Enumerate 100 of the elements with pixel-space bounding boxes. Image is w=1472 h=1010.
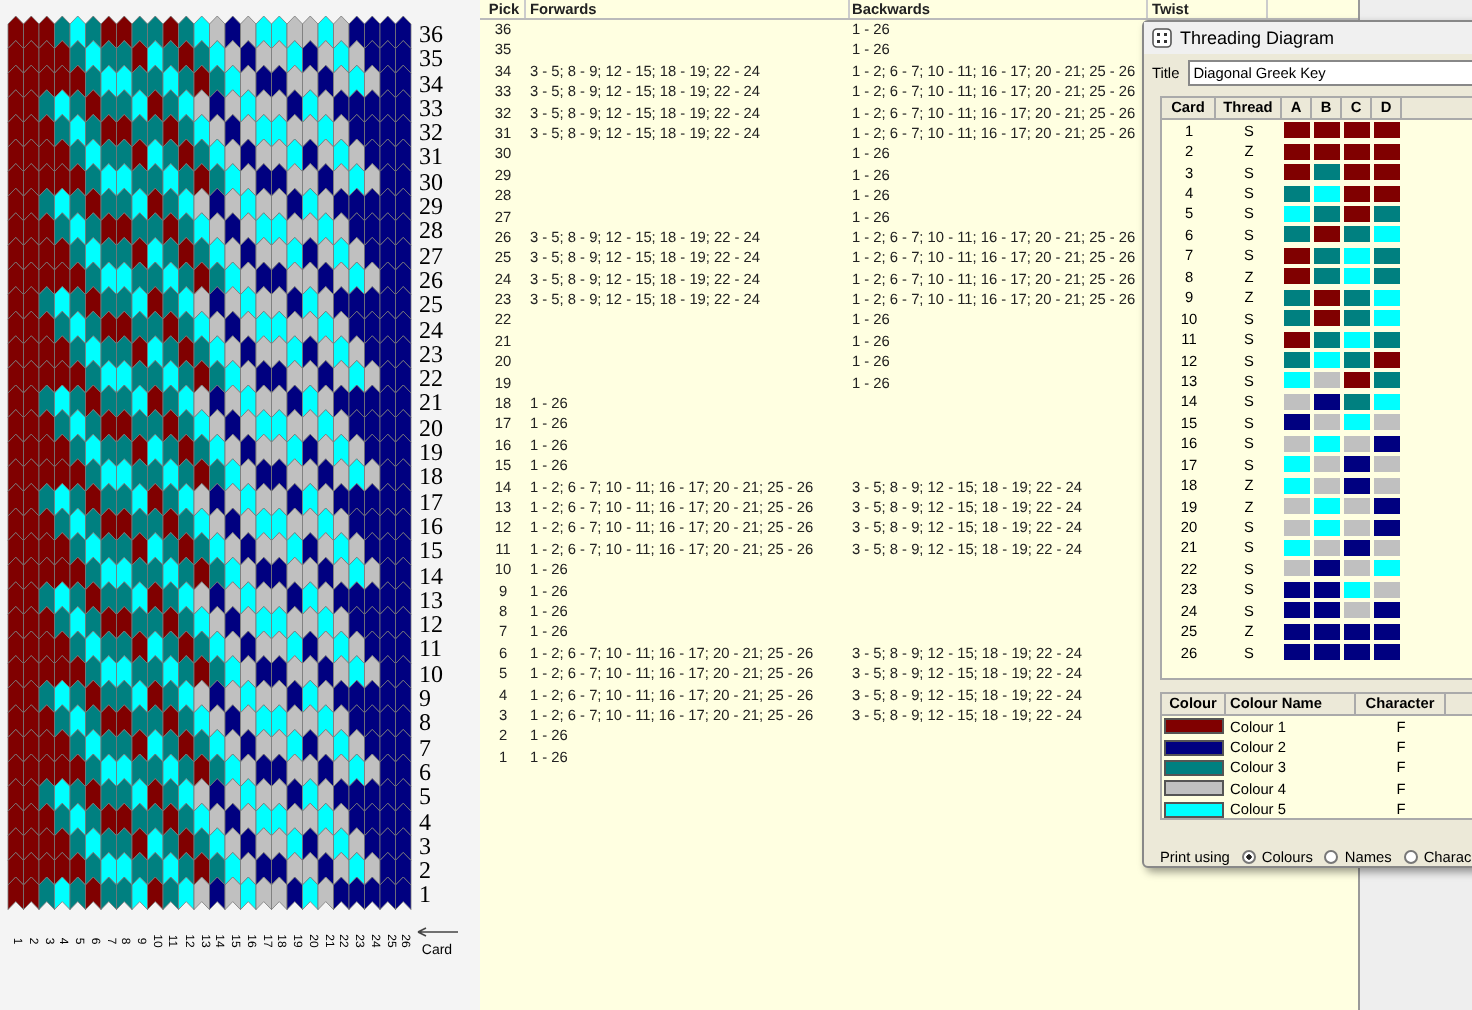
hole-colour-swatch[interactable] <box>1344 581 1370 598</box>
hole-colour-swatch[interactable] <box>1314 247 1340 264</box>
hole-colour-swatch[interactable] <box>1314 560 1340 577</box>
hole-colour-swatch[interactable] <box>1314 519 1340 536</box>
hole-colour-swatch[interactable] <box>1314 623 1340 640</box>
hole-colour-swatch[interactable] <box>1374 477 1400 494</box>
hole-colour-swatch[interactable] <box>1284 393 1310 410</box>
hole-colour-swatch[interactable] <box>1314 435 1340 452</box>
hole-colour-swatch[interactable] <box>1374 644 1400 661</box>
hole-colour-swatch[interactable] <box>1374 289 1400 306</box>
hole-colour-swatch[interactable] <box>1344 289 1370 306</box>
hole-colour-swatch[interactable] <box>1374 560 1400 577</box>
hole-colour-swatch[interactable] <box>1314 602 1340 619</box>
hole-colour-swatch[interactable] <box>1314 331 1340 348</box>
hole-colour-swatch[interactable] <box>1284 456 1310 473</box>
hole-colour-swatch[interactable] <box>1344 393 1370 410</box>
hole-colour-swatch[interactable] <box>1284 268 1310 285</box>
hole-colour-swatch[interactable] <box>1374 122 1400 139</box>
hole-colour-swatch[interactable] <box>1284 581 1310 598</box>
hole-colour-swatch[interactable] <box>1374 226 1400 243</box>
hole-colour-swatch[interactable] <box>1344 560 1370 577</box>
hole-colour-swatch[interactable] <box>1344 519 1370 536</box>
hole-colour-swatch[interactable] <box>1344 602 1370 619</box>
hole-colour-swatch[interactable] <box>1374 331 1400 348</box>
hole-colour-swatch[interactable] <box>1314 310 1340 327</box>
hole-colour-swatch[interactable] <box>1284 372 1310 389</box>
hole-colour-swatch[interactable] <box>1284 143 1310 160</box>
hole-colour-swatch[interactable] <box>1344 226 1370 243</box>
hole-colour-swatch[interactable] <box>1374 414 1400 431</box>
hole-colour-swatch[interactable] <box>1344 122 1370 139</box>
hole-colour-swatch[interactable] <box>1344 164 1370 181</box>
hole-colour-swatch[interactable] <box>1284 477 1310 494</box>
hole-colour-swatch[interactable] <box>1344 205 1370 222</box>
hole-colour-swatch[interactable] <box>1284 352 1310 369</box>
hole-colour-swatch[interactable] <box>1344 498 1370 515</box>
hole-colour-swatch[interactable] <box>1314 289 1340 306</box>
hole-colour-swatch[interactable] <box>1284 164 1310 181</box>
hole-colour-swatch[interactable] <box>1344 477 1370 494</box>
hole-colour-swatch[interactable] <box>1314 498 1340 515</box>
hole-colour-swatch[interactable] <box>1374 205 1400 222</box>
hole-colour-swatch[interactable] <box>1314 226 1340 243</box>
hole-colour-swatch[interactable] <box>1284 289 1310 306</box>
hole-colour-swatch[interactable] <box>1284 623 1310 640</box>
hole-colour-swatch[interactable] <box>1314 414 1340 431</box>
hole-colour-swatch[interactable] <box>1314 372 1340 389</box>
hole-colour-swatch[interactable] <box>1284 498 1310 515</box>
hole-colour-swatch[interactable] <box>1314 539 1340 556</box>
hole-colour-swatch[interactable] <box>1314 581 1340 598</box>
hole-colour-swatch[interactable] <box>1374 164 1400 181</box>
hole-colour-swatch[interactable] <box>1314 352 1340 369</box>
hole-colour-swatch[interactable] <box>1374 519 1400 536</box>
hole-colour-swatch[interactable] <box>1344 185 1370 202</box>
hole-colour-swatch[interactable] <box>1284 205 1310 222</box>
hole-colour-swatch[interactable] <box>1314 644 1340 661</box>
hole-colour-swatch[interactable] <box>1374 247 1400 264</box>
hole-colour-swatch[interactable] <box>1344 414 1370 431</box>
hole-colour-swatch[interactable] <box>1284 539 1310 556</box>
hole-colour-swatch[interactable] <box>1344 644 1370 661</box>
hole-colour-swatch[interactable] <box>1284 226 1310 243</box>
hole-colour-swatch[interactable] <box>1344 352 1370 369</box>
hole-colour-swatch[interactable] <box>1314 205 1340 222</box>
hole-colour-swatch[interactable] <box>1374 268 1400 285</box>
hole-colour-swatch[interactable] <box>1374 602 1400 619</box>
hole-colour-swatch[interactable] <box>1344 539 1370 556</box>
hole-colour-swatch[interactable] <box>1374 393 1400 410</box>
hole-colour-swatch[interactable] <box>1344 310 1370 327</box>
hole-colour-swatch[interactable] <box>1284 414 1310 431</box>
hole-colour-swatch[interactable] <box>1374 456 1400 473</box>
hole-colour-swatch[interactable] <box>1284 310 1310 327</box>
hole-colour-swatch[interactable] <box>1284 602 1310 619</box>
hole-colour-swatch[interactable] <box>1284 519 1310 536</box>
hole-colour-swatch[interactable] <box>1314 268 1340 285</box>
hole-colour-swatch[interactable] <box>1374 352 1400 369</box>
hole-colour-swatch[interactable] <box>1314 143 1340 160</box>
hole-colour-swatch[interactable] <box>1284 247 1310 264</box>
hole-colour-swatch[interactable] <box>1374 310 1400 327</box>
hole-colour-swatch[interactable] <box>1284 560 1310 577</box>
hole-colour-swatch[interactable] <box>1344 623 1370 640</box>
hole-colour-swatch[interactable] <box>1314 122 1340 139</box>
hole-colour-swatch[interactable] <box>1314 164 1340 181</box>
hole-colour-swatch[interactable] <box>1314 477 1340 494</box>
hole-colour-swatch[interactable] <box>1374 143 1400 160</box>
hole-colour-swatch[interactable] <box>1374 623 1400 640</box>
hole-colour-swatch[interactable] <box>1344 331 1370 348</box>
hole-colour-swatch[interactable] <box>1284 435 1310 452</box>
hole-colour-swatch[interactable] <box>1374 372 1400 389</box>
hole-colour-swatch[interactable] <box>1344 247 1370 264</box>
hole-colour-swatch[interactable] <box>1344 268 1370 285</box>
hole-colour-swatch[interactable] <box>1284 331 1310 348</box>
hole-colour-swatch[interactable] <box>1314 456 1340 473</box>
hole-colour-swatch[interactable] <box>1314 393 1340 410</box>
hole-colour-swatch[interactable] <box>1374 498 1400 515</box>
hole-colour-swatch[interactable] <box>1314 185 1340 202</box>
hole-colour-swatch[interactable] <box>1284 185 1310 202</box>
hole-colour-swatch[interactable] <box>1374 581 1400 598</box>
hole-colour-swatch[interactable] <box>1344 435 1370 452</box>
hole-colour-swatch[interactable] <box>1344 143 1370 160</box>
hole-colour-swatch[interactable] <box>1284 644 1310 661</box>
hole-colour-swatch[interactable] <box>1374 185 1400 202</box>
hole-colour-swatch[interactable] <box>1374 435 1400 452</box>
